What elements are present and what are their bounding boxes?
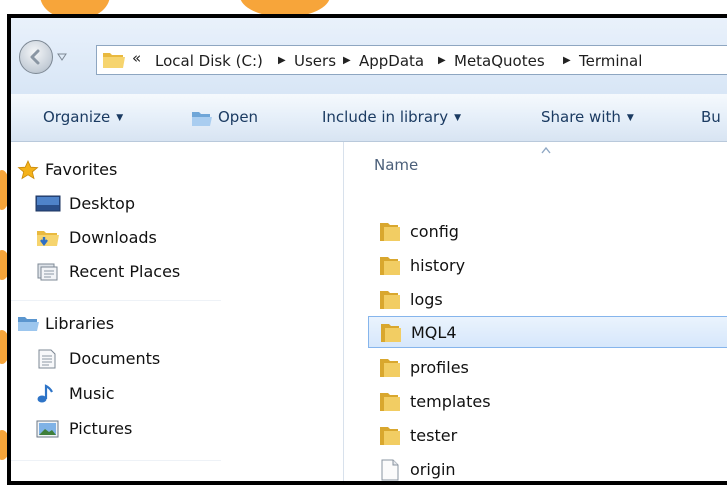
navigation-bar: « Local Disk (C:) ▶ Users ▶ AppData ▶ Me… (11, 18, 727, 94)
desktop-icon (35, 195, 61, 212)
share-with-label: Share with (541, 108, 621, 126)
file-icon (381, 459, 399, 481)
nav-documents-label: Documents (69, 349, 161, 368)
breadcrumb-metaquotes[interactable]: MetaQuotes (454, 52, 545, 70)
folder-row-profiles[interactable]: profiles (368, 354, 727, 382)
open-folder-icon[interactable] (191, 110, 213, 128)
file-row-origin[interactable]: origin (368, 456, 727, 481)
address-overflow-chevron[interactable]: « (132, 49, 141, 67)
folder-icon (381, 324, 401, 342)
file-name: logs (410, 290, 443, 309)
folder-icon (380, 393, 400, 411)
organize-label: Organize (43, 108, 111, 126)
file-list: Name config history logs MQL4 profiles t… (344, 142, 727, 481)
explorer-window-frame: « Local Disk (C:) ▶ Users ▶ AppData ▶ Me… (7, 14, 727, 485)
nav-recent-places-label: Recent Places (69, 262, 181, 281)
downloads-folder-icon (37, 231, 59, 246)
file-name: history (410, 256, 466, 275)
breadcrumb-users[interactable]: Users (294, 52, 336, 70)
nav-favorites-label: Favorites (45, 160, 118, 179)
share-with-button[interactable]: Share with ▼ (541, 108, 634, 126)
nav-pictures-label: Pictures (69, 419, 133, 438)
include-in-library-button[interactable]: Include in library ▼ (322, 108, 461, 126)
file-name: origin (410, 460, 456, 479)
libraries-icon (18, 317, 39, 331)
folder-icon (103, 53, 125, 68)
burn-button[interactable]: Bu (701, 108, 721, 126)
nav-group-separator (11, 300, 221, 301)
folder-row-logs[interactable]: logs (368, 286, 727, 314)
address-bar[interactable]: « Local Disk (C:) ▶ Users ▶ AppData ▶ Me… (96, 45, 727, 75)
breadcrumb-arrow-icon[interactable]: ▶ (438, 55, 446, 66)
folder-row-tester[interactable]: tester (368, 422, 727, 450)
folder-row-config[interactable]: config (368, 218, 727, 246)
breadcrumb-arrow-icon[interactable]: ▶ (278, 55, 286, 66)
breadcrumb-terminal[interactable]: Terminal (579, 52, 642, 70)
command-bar: Organize ▼ Open Include in library ▼ Share… (11, 94, 727, 142)
organize-button[interactable]: Organize ▼ (43, 108, 123, 126)
documents-icon (38, 349, 56, 369)
breadcrumb-arrow-icon[interactable]: ▶ (563, 55, 571, 66)
dropdown-caret-icon: ▼ (116, 113, 124, 123)
nav-downloads-label: Downloads (69, 228, 157, 247)
folder-row-mql4[interactable]: MQL4 (368, 316, 727, 348)
file-name: templates (410, 392, 491, 411)
breadcrumb-appdata[interactable]: AppData (359, 52, 424, 70)
folder-icon (380, 291, 400, 309)
screenshot-stage: « Local Disk (C:) ▶ Users ▶ AppData ▶ Me… (0, 0, 727, 485)
folder-icon (380, 223, 400, 241)
breadcrumb-local-disk[interactable]: Local Disk (C:) (155, 52, 263, 70)
recent-places-icon (37, 263, 58, 281)
file-name: tester (410, 426, 458, 445)
file-name: profiles (410, 358, 469, 377)
sort-ascending-icon (541, 146, 551, 154)
file-name: config (410, 222, 459, 241)
folder-row-templates[interactable]: templates (368, 388, 727, 416)
nav-group-separator (11, 460, 221, 461)
folder-icon (380, 359, 400, 377)
folder-row-history[interactable]: history (368, 252, 727, 280)
include-in-library-label: Include in library (322, 108, 449, 126)
file-name: MQL4 (411, 323, 457, 342)
open-button[interactable]: Open (218, 108, 258, 126)
music-note-icon (37, 384, 53, 403)
navigation-pane: Favorites Desktop Downloads Recent Place… (11, 142, 343, 481)
folder-icon (380, 257, 400, 275)
back-button[interactable] (19, 40, 53, 74)
name-column-header[interactable]: Name (374, 156, 418, 174)
explorer-window: « Local Disk (C:) ▶ Users ▶ AppData ▶ Me… (11, 18, 727, 481)
breadcrumb-arrow-icon[interactable]: ▶ (343, 55, 351, 66)
dropdown-caret-icon: ▼ (626, 113, 634, 123)
nav-music-label: Music (69, 384, 115, 403)
back-arrow-icon (30, 49, 40, 65)
nav-desktop-label: Desktop (69, 194, 135, 213)
star-icon (17, 160, 39, 180)
dropdown-caret-icon: ▼ (454, 113, 461, 123)
recent-pages-dropdown-icon[interactable] (57, 52, 67, 62)
folder-icon (380, 427, 400, 445)
nav-libraries-label: Libraries (45, 314, 115, 333)
pictures-icon (36, 420, 59, 438)
